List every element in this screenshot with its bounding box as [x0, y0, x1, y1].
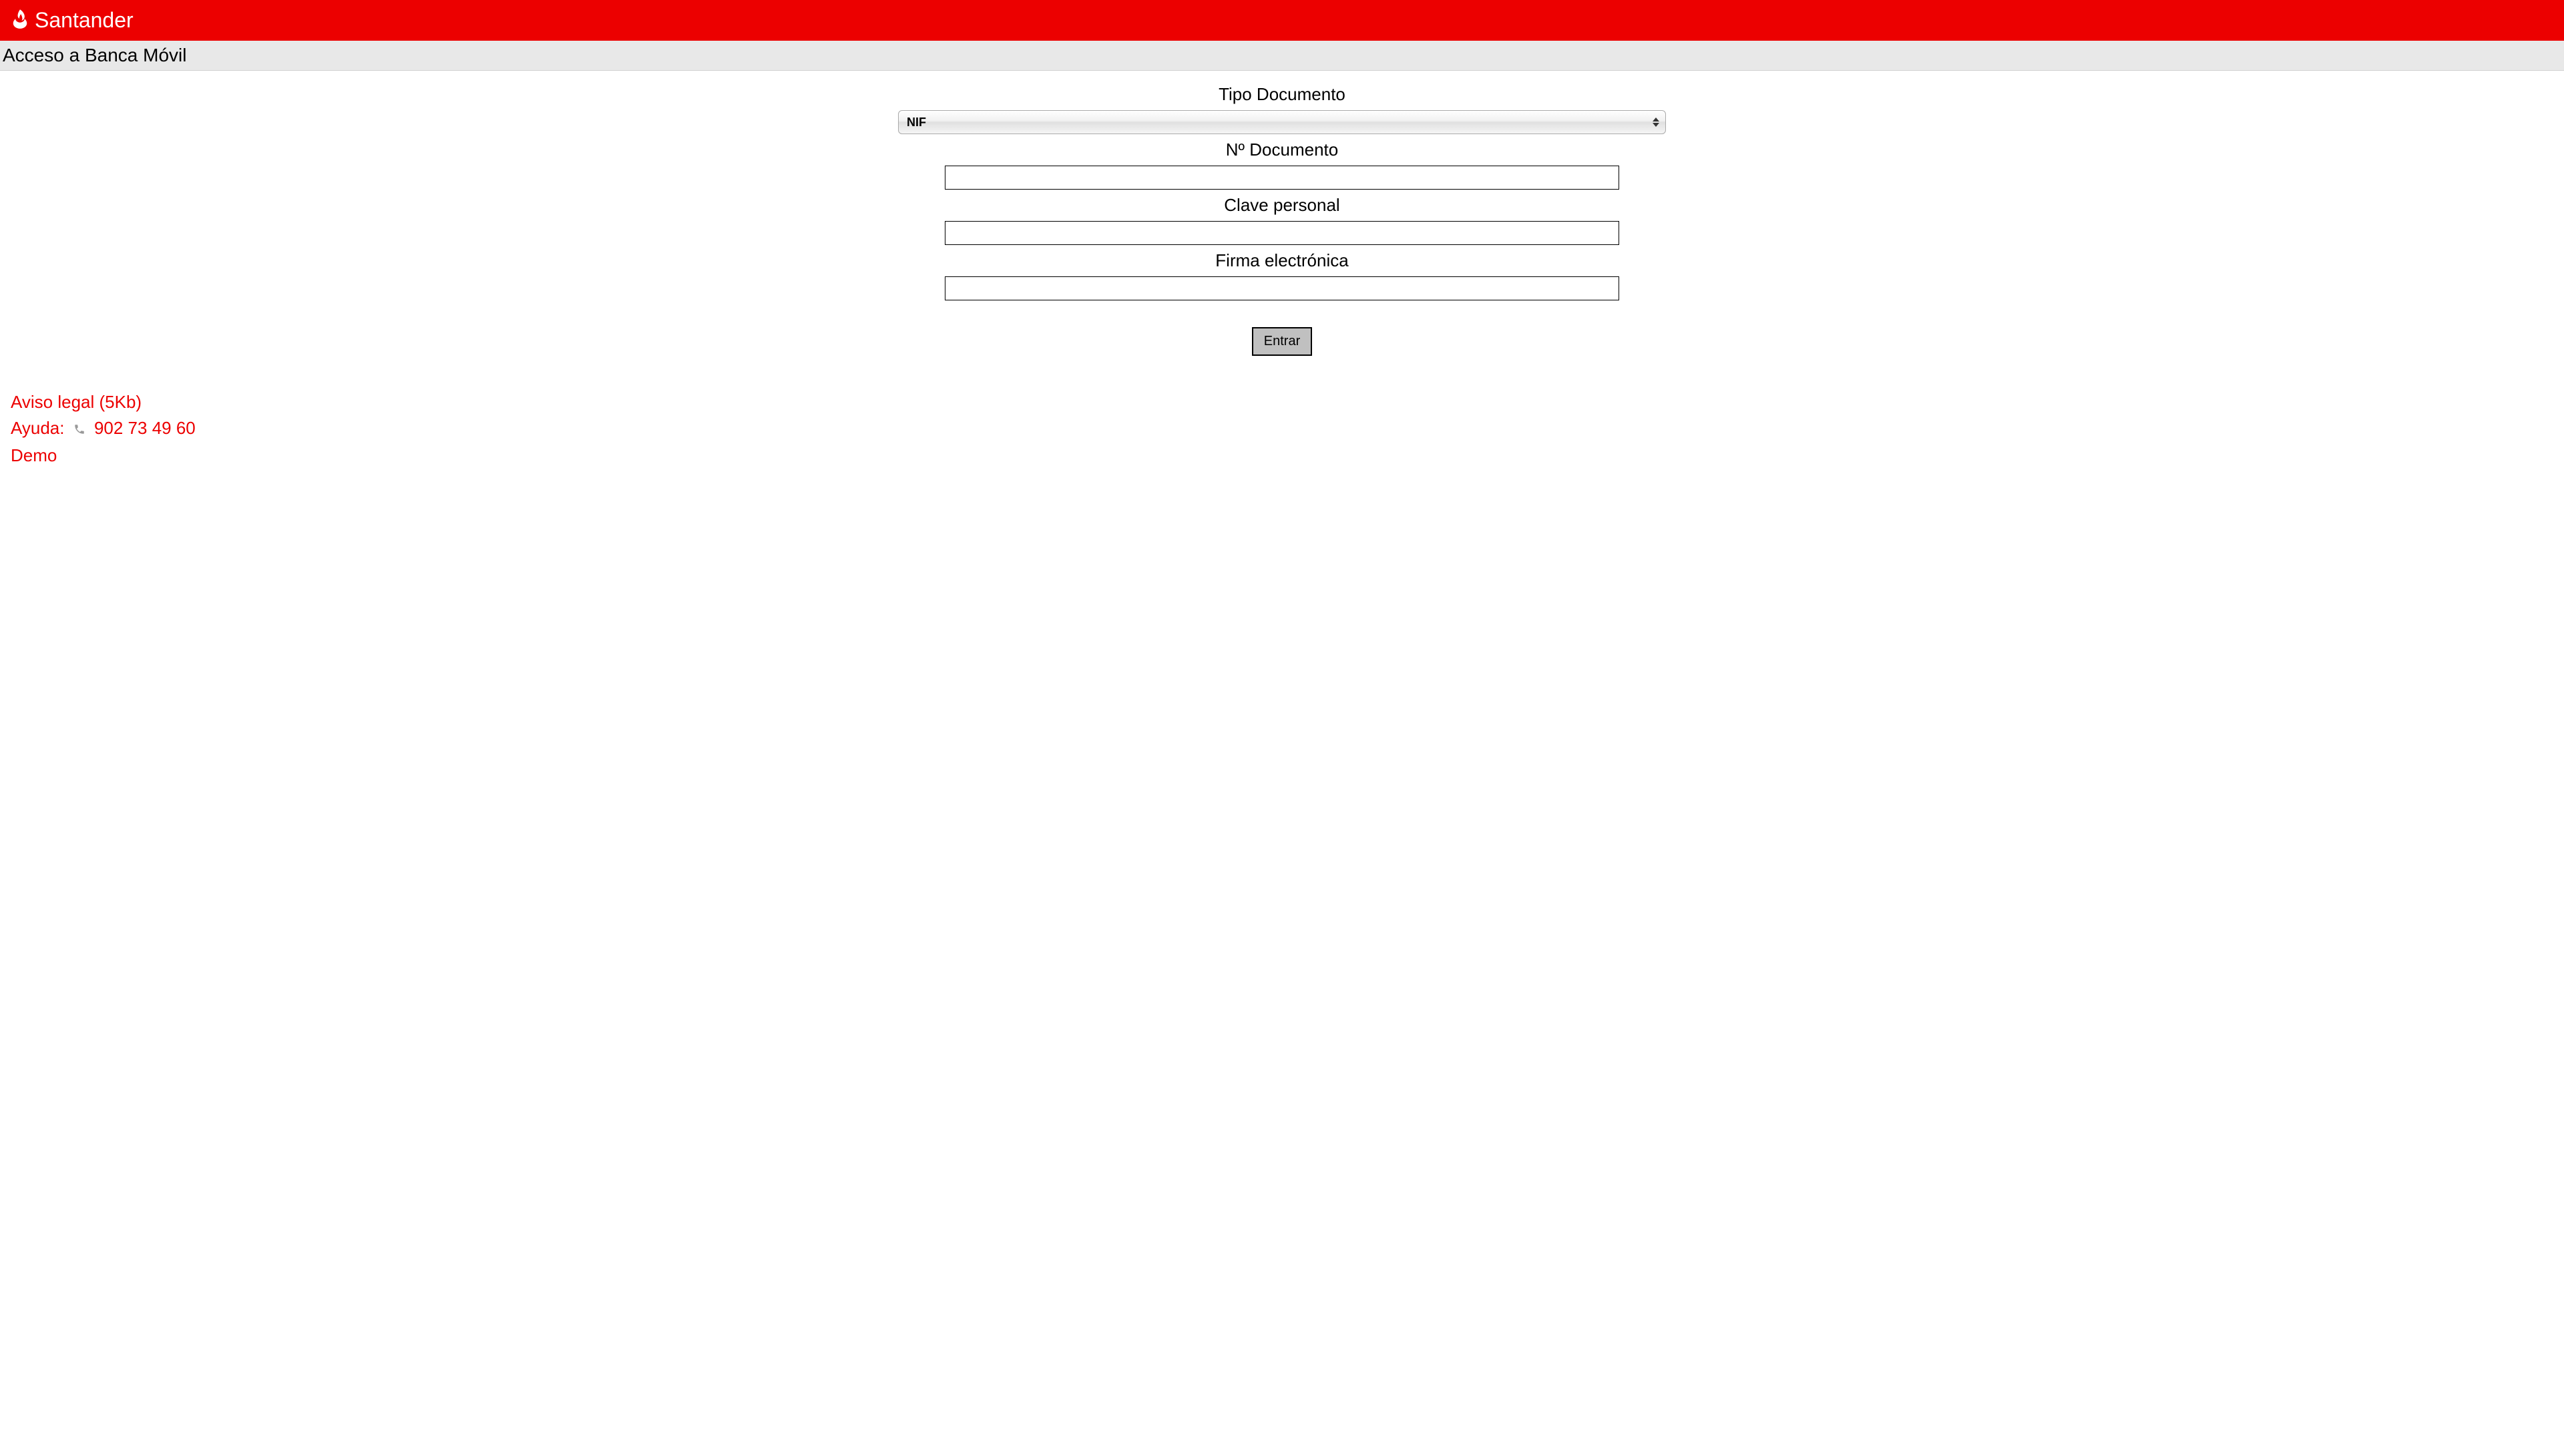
header: Santander: [0, 0, 2564, 41]
document-number-group: Nº Documento: [0, 140, 2564, 190]
legal-notice-link[interactable]: Aviso legal (5Kb): [11, 392, 142, 412]
legal-notice-row: Aviso legal (5Kb): [11, 389, 2553, 415]
page-title: Acceso a Banca Móvil: [3, 45, 2561, 66]
document-number-input[interactable]: [945, 166, 1619, 190]
electronic-signature-input[interactable]: [945, 276, 1619, 300]
logo: Santander: [11, 8, 134, 33]
submit-button[interactable]: Entrar: [1252, 327, 1312, 356]
help-row: Ayuda: 902 73 49 60: [11, 415, 2553, 443]
personal-key-input[interactable]: [945, 221, 1619, 245]
personal-key-group: Clave personal: [0, 195, 2564, 245]
footer-links: Aviso legal (5Kb) Ayuda: 902 73 49 60 De…: [0, 376, 2564, 475]
phone-icon: [73, 417, 85, 443]
page-title-bar: Acceso a Banca Móvil: [0, 41, 2564, 71]
brand-name: Santander: [35, 8, 134, 33]
document-type-select[interactable]: NIF: [898, 110, 1666, 134]
help-label: Ayuda:: [11, 418, 64, 438]
electronic-signature-group: Firma electrónica: [0, 250, 2564, 300]
electronic-signature-label: Firma electrónica: [0, 250, 2564, 271]
flame-icon: [11, 8, 29, 33]
document-type-select-wrapper: NIF: [898, 110, 1666, 134]
phone-number: 902 73 49 60: [94, 418, 196, 438]
submit-section: Entrar: [0, 327, 2564, 356]
personal-key-label: Clave personal: [0, 195, 2564, 216]
demo-row: Demo: [11, 443, 2553, 469]
document-type-label: Tipo Documento: [0, 84, 2564, 105]
login-form: Tipo Documento NIF Nº Documento Clave pe…: [0, 71, 2564, 376]
document-number-label: Nº Documento: [0, 140, 2564, 160]
document-type-group: Tipo Documento NIF: [0, 84, 2564, 134]
demo-link[interactable]: Demo: [11, 445, 57, 465]
